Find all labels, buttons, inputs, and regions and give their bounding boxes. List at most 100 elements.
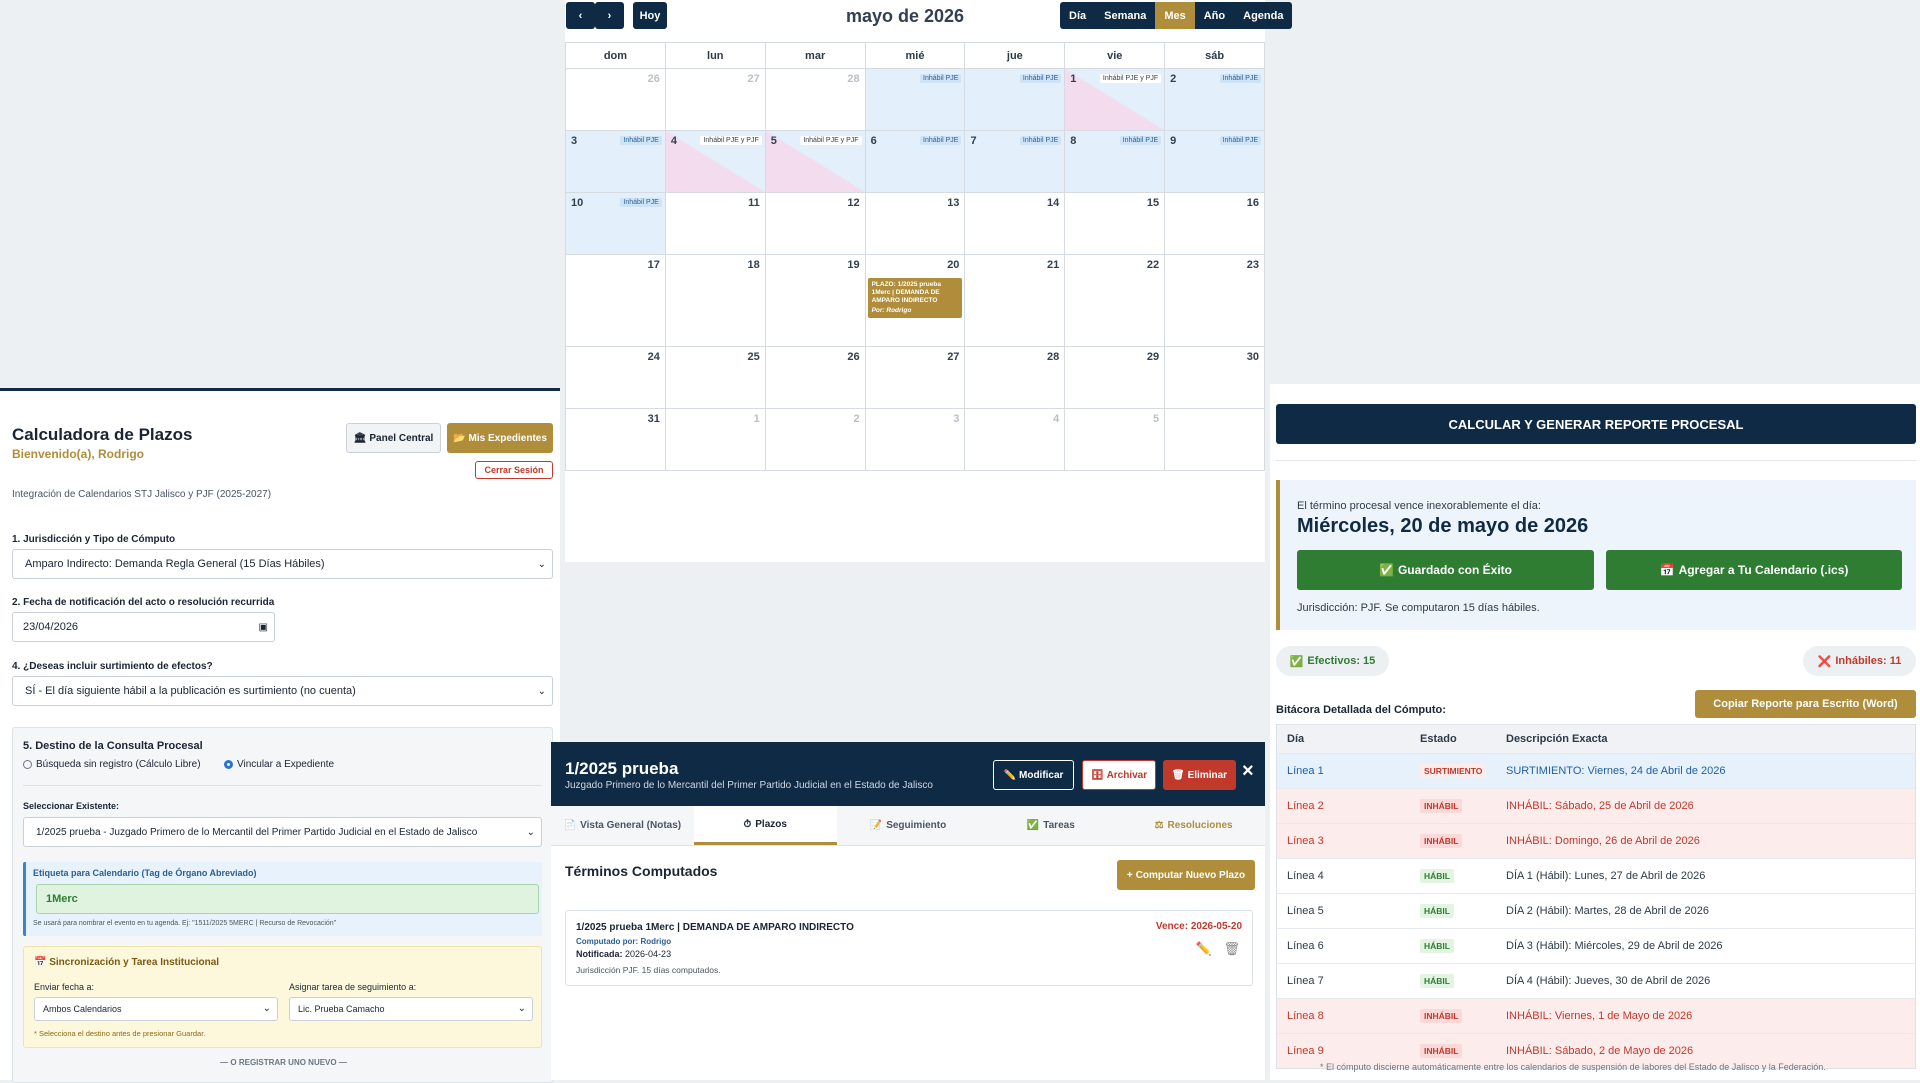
next-month-button[interactable]: › [595, 2, 624, 29]
delete-button[interactable]: 🗑 Eliminar [1163, 760, 1236, 790]
row-description: INHÁBIL: Viernes, 1 de Mayo de 2026 [1506, 1010, 1693, 1022]
memo-icon: 📝 [869, 820, 883, 831]
day-cell[interactable]: 28 [765, 69, 866, 131]
day-cell[interactable]: 2 [765, 409, 866, 471]
my-files-button[interactable]: 📂 Mis Expedientes [447, 423, 553, 453]
day-cell[interactable]: 1 Inhábil PJE y PJF [1065, 69, 1166, 131]
file-select[interactable]: 1/2025 prueba - Juzgado Primero de lo Me… [23, 817, 542, 847]
copy-report-button[interactable]: Copiar Reporte para Escrito (Word) [1695, 690, 1916, 718]
calendar-icon[interactable]: ▣ [259, 622, 268, 633]
pencil-icon: ✏️ [1003, 769, 1016, 781]
day-cell[interactable]: 31 [566, 409, 666, 471]
day-cell[interactable]: 4 [965, 409, 1066, 471]
surtimiento-select[interactable]: SÍ - El día siguiente hábil a la publica… [12, 676, 553, 706]
day-cell[interactable]: 18 [665, 255, 766, 347]
tab-plazos[interactable]: ⏱ Plazos [693, 806, 837, 845]
day-cell[interactable]: 10 Inhábil PJE [566, 193, 666, 255]
col-dia: Día [1287, 733, 1305, 745]
day-cell[interactable]: 21 [965, 255, 1066, 347]
day-cell[interactable]: 2 Inhábil PJE [1165, 69, 1266, 131]
day-cell[interactable]: 29Inhábil PJE [865, 69, 966, 131]
today-button[interactable]: Hoy [633, 2, 667, 29]
status-badge: HÁBIL [1420, 904, 1454, 918]
day-number: 5 [1153, 413, 1160, 425]
day-cell[interactable]: 23 [1165, 255, 1266, 347]
subtitle: Integración de Calendarios STJ Jalisco y… [12, 489, 272, 500]
view-year-button[interactable]: Año [1195, 2, 1234, 29]
day-cell[interactable]: 3 [865, 409, 966, 471]
day-number: 2 [1170, 73, 1177, 85]
panel-central-button[interactable]: 🏛 Panel Central [346, 423, 441, 453]
send-select[interactable]: Ambos Calendarios ⌄ [34, 997, 278, 1021]
calendar-event[interactable]: PLAZO: 1/2025 prueba 1Merc | DEMANDA DE … [867, 278, 963, 318]
view-day-button[interactable]: Día [1060, 2, 1095, 29]
radio-icon[interactable] [224, 759, 233, 769]
tab-tareas[interactable]: ✅ Tareas [979, 806, 1122, 845]
computed-term-card[interactable]: 1/2025 prueba 1Merc | DEMANDA DE AMPARO … [565, 910, 1253, 986]
day-cell[interactable]: 5 Inhábil PJE y PJF [765, 131, 866, 193]
day-cell[interactable]: 27 [865, 347, 966, 409]
compute-new-button[interactable]: + Computar Nuevo Plazo [1117, 860, 1255, 890]
day-cell[interactable]: 1 [665, 409, 766, 471]
radio-free-search[interactable]: Búsqueda sin registro (Cálculo Libre) [23, 759, 201, 770]
calendar-tag-box: Etiqueta para Calendario (Tag de Órgano … [23, 862, 542, 936]
day-cell[interactable]: 20 PLAZO: 1/2025 prueba 1Merc | DEMANDA D… [865, 255, 966, 347]
day-cell[interactable]: 11 [665, 193, 766, 255]
tab-overview[interactable]: 📄 Vista General (Notas) [551, 806, 694, 845]
chevron-down-icon: ⌄ [537, 686, 546, 697]
day-cell[interactable]: 7 Inhábil PJE [965, 131, 1066, 193]
modify-button[interactable]: ✏️ Modificar [993, 760, 1074, 790]
day-cell[interactable]: 24 [566, 347, 666, 409]
day-cell[interactable]: 30 [1165, 347, 1266, 409]
add-calendar-button[interactable]: 📅 Agregar a Tu Calendario (.ics) [1606, 550, 1902, 590]
saved-button[interactable]: ✅ Guardado con Éxito [1297, 550, 1594, 590]
day-cell[interactable]: 26 [566, 69, 666, 131]
day-cell[interactable]: 26 [765, 347, 866, 409]
tab-seguimiento[interactable]: 📝 Seguimiento [837, 806, 980, 845]
calculate-report-button[interactable]: CALCULAR Y GENERAR REPORTE PROCESAL [1276, 404, 1916, 444]
day-cell[interactable]: 5 [1065, 409, 1166, 471]
welcome-text: Bienvenido(a), Rodrigo [12, 447, 144, 461]
archive-button[interactable]: 🗄 Archivar [1082, 760, 1156, 790]
day-cell[interactable] [1165, 409, 1266, 471]
day-cell[interactable]: 6 Inhábil PJE [865, 131, 966, 193]
effective-days-badge: ✅ Efectivos: 15 [1276, 646, 1389, 676]
day-cell[interactable]: 15 [1065, 193, 1166, 255]
edit-icon[interactable]: ✏️ [1196, 941, 1212, 957]
tab-plazos-label: Plazos [755, 818, 787, 830]
day-cell[interactable]: 25 [665, 347, 766, 409]
weekday-3: mié [865, 43, 966, 69]
day-cell[interactable]: 19 [765, 255, 866, 347]
view-month-button[interactable]: Mes [1155, 2, 1195, 29]
calendar-tag-input[interactable]: 1Merc [36, 884, 539, 914]
assign-select[interactable]: Lic. Prueba Camacho ⌄ [289, 997, 533, 1021]
day-cell[interactable]: 30Inhábil PJE [965, 69, 1066, 131]
tab-resoluciones[interactable]: ⚖ Resoluciones [1122, 806, 1265, 845]
day-cell[interactable]: 16 [1165, 193, 1266, 255]
radio-link-file[interactable]: Vincular a Expediente [224, 759, 334, 770]
day-cell[interactable]: 4 Inhábil PJE y PJF [665, 131, 766, 193]
prev-month-button[interactable]: ‹ [566, 2, 595, 29]
col-descripcion: Descripción Exacta [1506, 733, 1608, 745]
day-cell[interactable]: 9 Inhábil PJE [1165, 131, 1266, 193]
day-cell[interactable]: 27 [665, 69, 766, 131]
close-icon[interactable]: × [1242, 760, 1254, 783]
view-agenda-button[interactable]: Agenda [1234, 2, 1292, 29]
day-cell[interactable]: 12 [765, 193, 866, 255]
day-cell[interactable]: 13 [865, 193, 966, 255]
day-cell[interactable]: 29 [1065, 347, 1166, 409]
logout-button[interactable]: Cerrar Sesión [475, 461, 553, 479]
day-cell[interactable]: 14 [965, 193, 1066, 255]
term-due-date: Vence: 2026-05-20 [1155, 921, 1242, 932]
radio-icon[interactable] [23, 759, 32, 769]
day-cell[interactable]: 17 [566, 255, 666, 347]
surtimiento-value: SÍ - El día siguiente hábil a la publica… [25, 685, 356, 697]
day-cell[interactable]: 22 [1065, 255, 1166, 347]
day-cell[interactable]: 8 Inhábil PJE [1065, 131, 1166, 193]
day-cell[interactable]: 3 Inhábil PJE [566, 131, 666, 193]
jurisdiction-select[interactable]: Amparo Indirecto: Demanda Regla General … [12, 549, 553, 579]
notification-date-input[interactable]: 23/04/2026 ▣ [12, 612, 275, 642]
view-week-button[interactable]: Semana [1095, 2, 1155, 29]
trash-icon[interactable]: 🗑 [1223, 941, 1240, 957]
day-cell[interactable]: 28 [965, 347, 1066, 409]
